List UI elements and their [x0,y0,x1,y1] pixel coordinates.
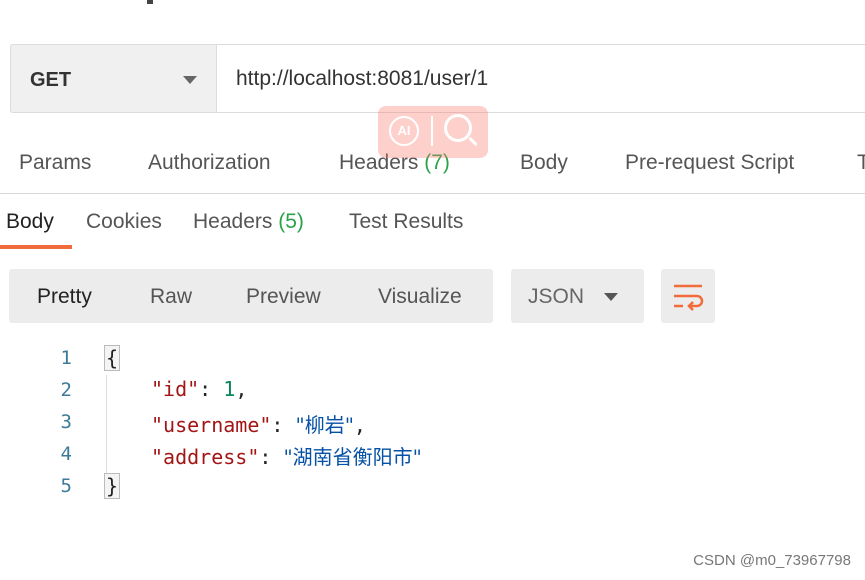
json-value: "湖南省衡阳市" [283,445,422,469]
code-line: 2 "id": 1, [0,374,865,406]
response-tab-headers[interactable]: Headers (5) [193,210,304,234]
search-icon-handle [468,136,478,147]
json-value: 1 [223,377,236,401]
json-entry: "id": 1, [151,377,248,401]
tab-label: T [857,151,865,174]
response-headers-count-badge: (5) [278,210,304,233]
tab-params[interactable]: Params [19,151,91,175]
wrap-lines-icon [674,284,704,311]
line-number: 4 [60,443,72,465]
wrap-lines-button[interactable] [661,269,715,323]
view-raw-button[interactable]: Raw [150,285,192,309]
view-visualize-button[interactable]: Visualize [378,285,462,309]
close-brace: } [104,473,121,499]
response-tab-cookies[interactable]: Cookies [86,210,162,234]
chevron-down-icon [183,76,197,84]
json-key: "username" [151,413,272,437]
format-label: JSON [528,285,585,308]
tab-authorization[interactable]: Authorization [148,151,271,175]
url-input[interactable]: http://localhost:8081/user/1 [216,44,865,113]
divider [0,193,865,194]
json-entry: "username": "柳岩", [151,413,366,437]
tab-label: Body [520,151,568,174]
format-select[interactable]: JSON [511,269,644,323]
json-comma: , [353,413,366,437]
tab-tests-truncated[interactable]: T [857,151,865,175]
code-line: 3 "username": "柳岩", [0,406,865,438]
overlay-divider [431,116,433,146]
view-mode-group: Pretty Raw Preview Visualize [9,269,493,323]
json-comma: , [235,377,248,401]
open-brace: { [104,345,121,371]
code-line: 1 { [0,342,865,374]
tab-pre-request-script[interactable]: Pre-request Script [625,151,794,175]
ai-icon[interactable]: AI [389,116,419,146]
json-value: "柳岩" [295,413,354,437]
chevron-down-icon [604,293,618,301]
response-tab-body[interactable]: Body [6,210,54,234]
line-number: 3 [60,411,72,433]
url-text: http://localhost:8081/user/1 [236,67,489,90]
active-tab-indicator [0,245,72,249]
json-entry: "address": "湖南省衡阳市" [151,445,422,469]
line-number: 2 [60,379,72,401]
code-line: 5 } [0,470,865,502]
json-key: "id" [151,377,200,401]
tab-label: Params [19,151,92,174]
response-tab-test-results[interactable]: Test Results [349,210,463,234]
watermark: CSDN @m0_73967798 [693,552,851,569]
json-key: "address" [151,445,260,469]
response-body-code[interactable]: 1 { 2 "id": 1, 3 "username": "柳岩", 4 "ad… [0,340,865,510]
method-select[interactable]: GET [10,44,216,113]
cropped-title-fragment [140,0,160,5]
line-number: 1 [60,347,72,369]
method-label: GET [30,69,72,91]
view-preview-button[interactable]: Preview [246,285,321,309]
tab-body[interactable]: Body [520,151,568,175]
code-line: 4 "address": "湖南省衡阳市" [0,438,865,470]
tab-label: Headers [193,210,273,233]
line-number: 5 [60,475,72,497]
tab-label: Authorization [148,151,271,174]
view-pretty-button[interactable]: Pretty [37,285,92,309]
ai-search-overlay[interactable]: AI [378,106,488,158]
tab-label: Pre-request Script [625,151,795,174]
